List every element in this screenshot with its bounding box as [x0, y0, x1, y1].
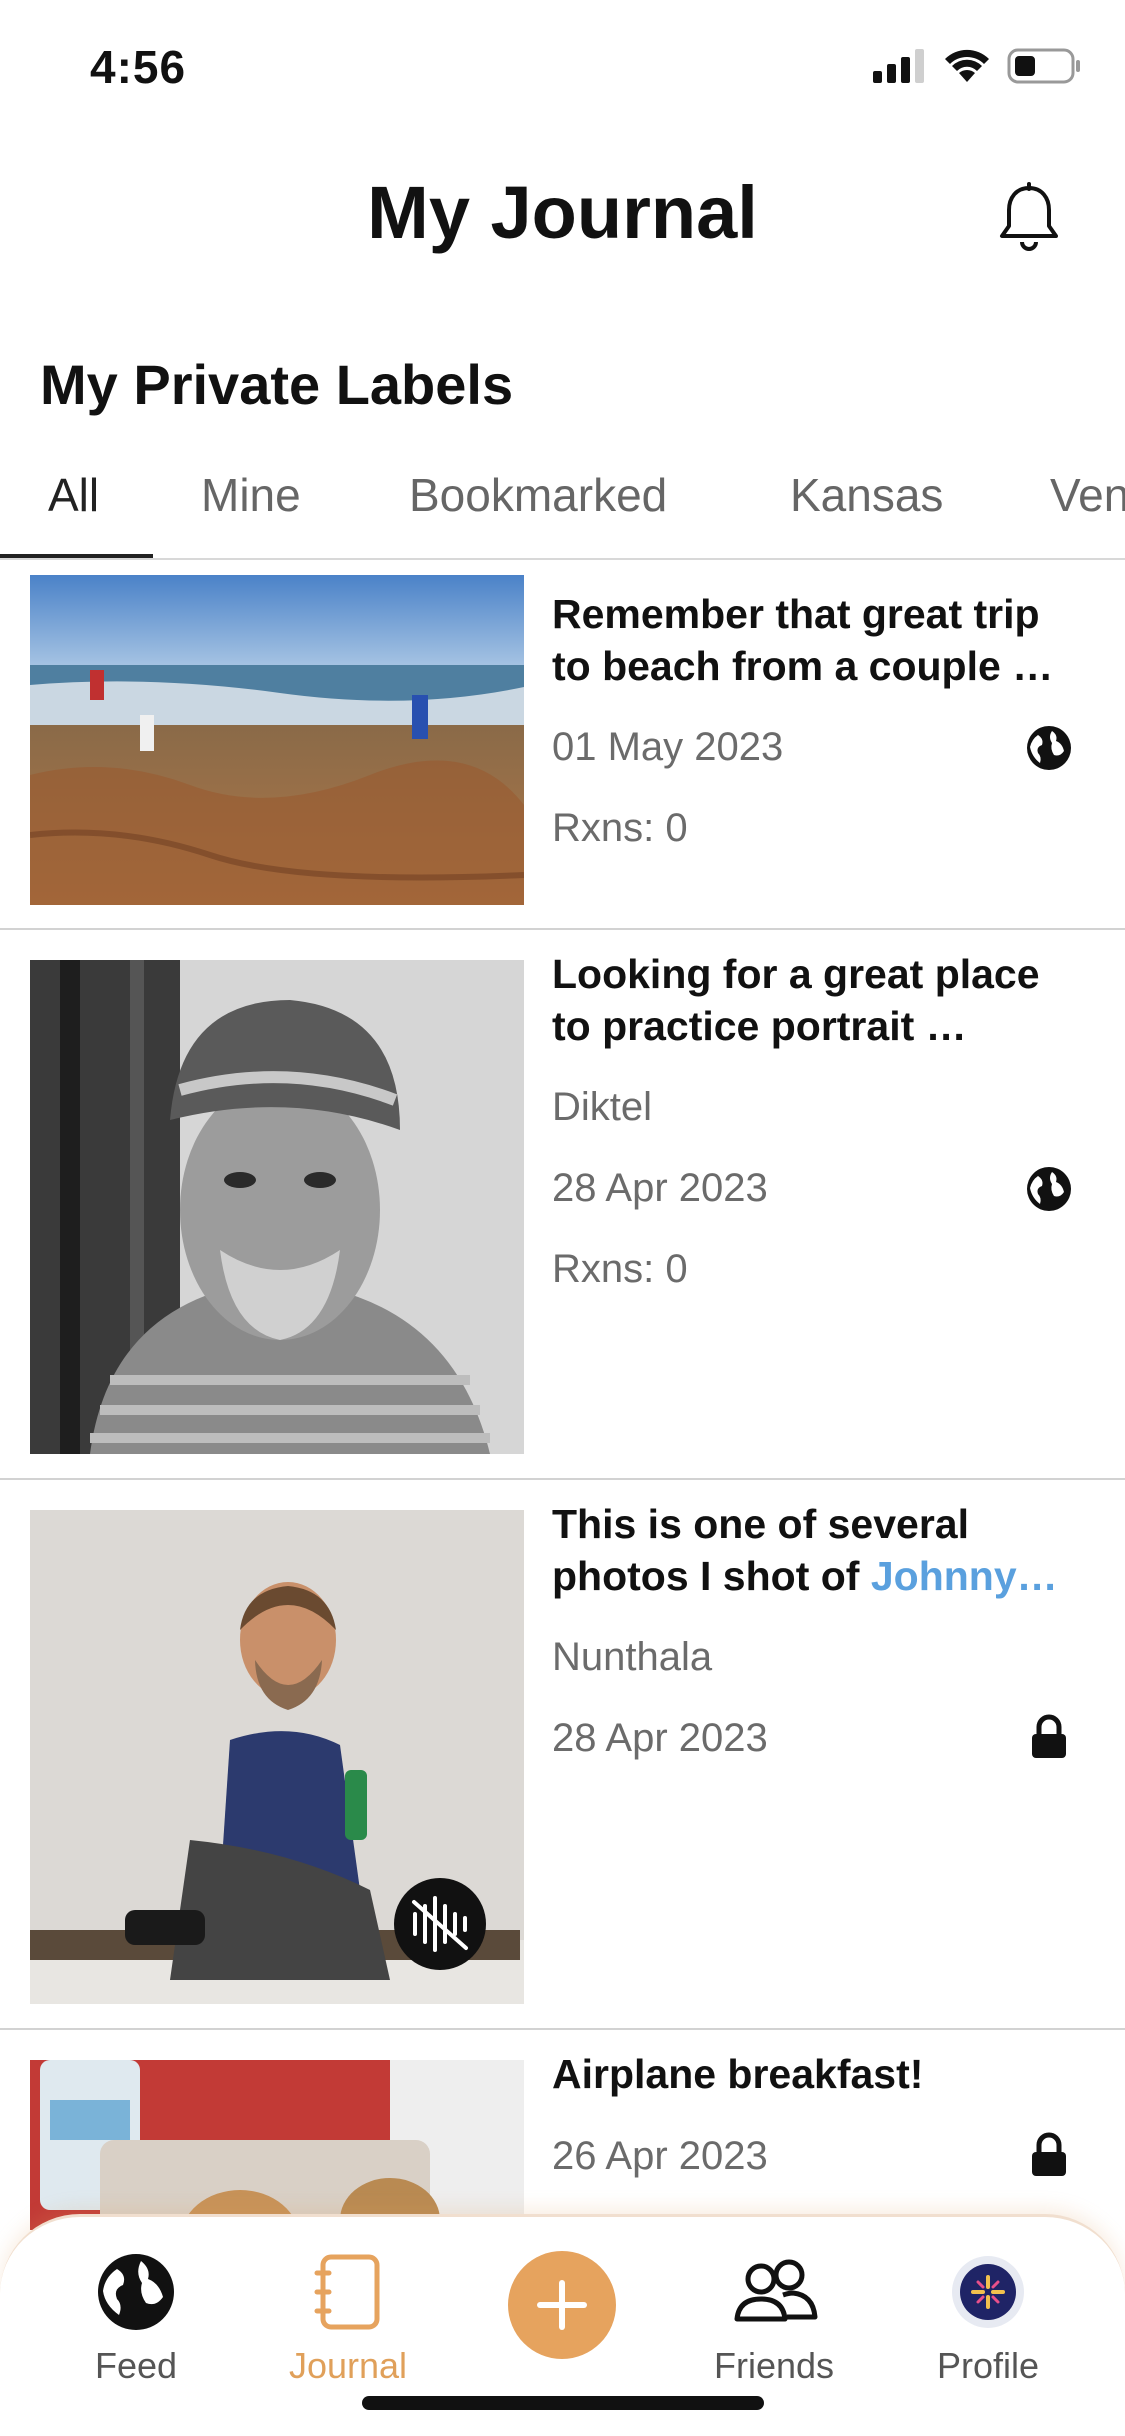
entry-photo[interactable] [30, 960, 524, 1454]
entry-reactions: Rxns: 0 [552, 806, 688, 850]
journal-entry[interactable]: This is one of several photos I shot of … [0, 1480, 1125, 2030]
section-title: My Private Labels [40, 353, 514, 416]
battery-icon [1007, 48, 1080, 84]
status-icons [873, 48, 1081, 84]
entry-title: This is one of several photos I shot of … [552, 1501, 1058, 1599]
bell-icon[interactable] [996, 182, 1062, 252]
entry-photo[interactable] [30, 2060, 524, 2230]
friends-icon [734, 2259, 818, 2322]
add-entry-button[interactable] [508, 2251, 616, 2359]
signal-icon [873, 49, 924, 83]
active-tab-indicator [0, 554, 153, 558]
lock-icon [1032, 2132, 1066, 2176]
nav-profile[interactable]: Profile [888, 2247, 1088, 2387]
tab-bookmarked[interactable]: Bookmarked [409, 468, 667, 522]
status-time: 4:56 [90, 41, 187, 93]
tab-all[interactable]: All [48, 468, 99, 522]
tab-mine[interactable]: Mine [201, 468, 301, 522]
label-tabs: All Mine Bookmarked Kansas Ven [0, 458, 1125, 560]
entry-date: 26 Apr 2023 [552, 2134, 768, 2178]
home-indicator [362, 2396, 764, 2410]
nav-friends[interactable]: Friends [674, 2247, 874, 2387]
entry-date: 28 Apr 2023 [552, 1166, 768, 1210]
globe-icon [98, 2254, 174, 2330]
entry-title: Remember that great trip to beach from a… [552, 591, 1054, 689]
globe-icon [1027, 1167, 1071, 1211]
entry-reactions: Rxns: 0 [552, 1247, 688, 1291]
wifi-icon [945, 49, 989, 82]
journal-entry[interactable]: Airplane breakfast! 26 Apr 2023 [0, 2030, 1125, 2230]
entry-title: Looking for a great place to practice po… [552, 951, 1040, 1049]
tab-kansas[interactable]: Kansas [790, 468, 943, 522]
plus-icon [537, 2280, 587, 2330]
nav-journal[interactable]: Journal [248, 2247, 448, 2387]
journal-list: Remember that great trip to beach from a… [0, 560, 1125, 2230]
entry-location: Nunthala [552, 1635, 713, 1679]
journal-entry[interactable]: Looking for a great place to practice po… [0, 930, 1125, 1480]
journal-entry[interactable]: Remember that great trip to beach from a… [0, 560, 1125, 930]
page-title: My Journal [367, 171, 758, 254]
entry-photo[interactable] [30, 575, 524, 905]
friend-mention-link[interactable]: Johnny… [871, 1553, 1058, 1599]
entry-title: Airplane breakfast! [552, 2051, 924, 2097]
entry-date: 01 May 2023 [552, 725, 784, 769]
entry-location: Diktel [552, 1085, 653, 1129]
nav-feed[interactable]: Feed [36, 2247, 236, 2387]
avatar [952, 2256, 1024, 2328]
entry-photo[interactable] [30, 1510, 524, 2004]
journal-icon [314, 2254, 380, 2330]
entry-date: 28 Apr 2023 [552, 1716, 768, 1760]
status-bar: 4:56 [0, 0, 1125, 140]
globe-icon [1027, 726, 1071, 770]
tab-ven[interactable]: Ven [1050, 468, 1125, 522]
lock-icon [1032, 1714, 1066, 1758]
